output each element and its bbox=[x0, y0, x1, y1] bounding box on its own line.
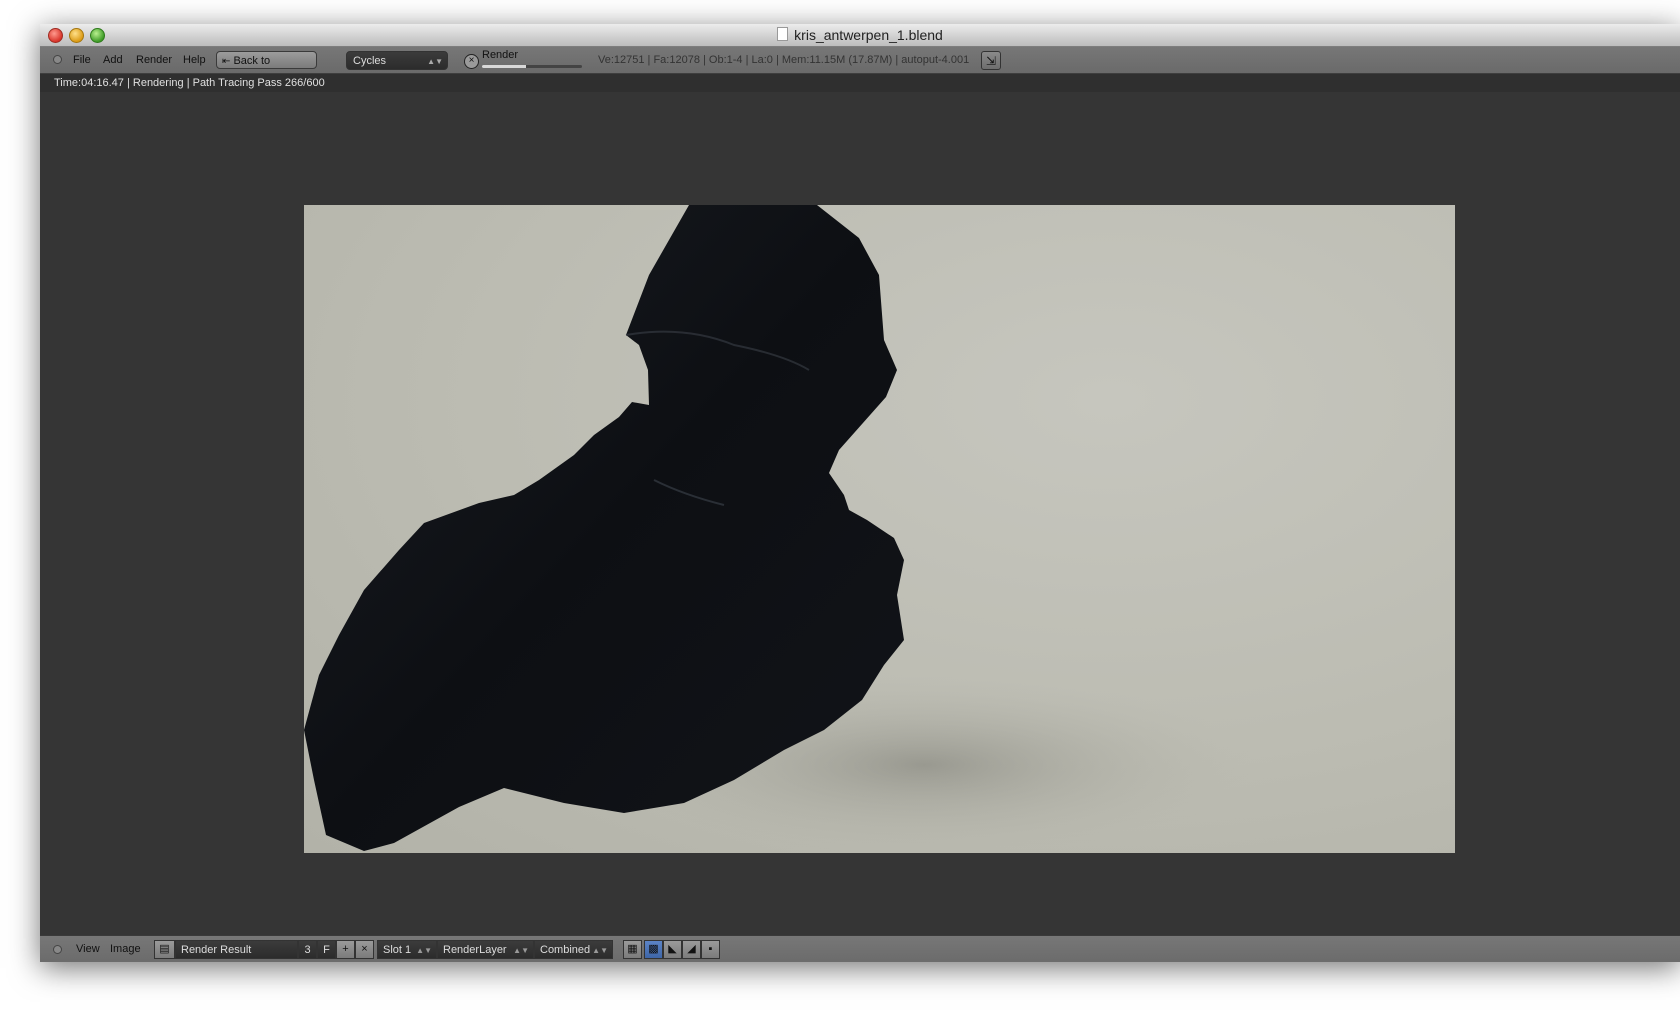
render-job-label: Render bbox=[482, 49, 519, 61]
fake-user-toggle[interactable]: F bbox=[317, 940, 336, 959]
back-to-previous-button[interactable]: ⇤ Back to Previous bbox=[216, 51, 317, 86]
z-buffer-icon[interactable]: ▪ bbox=[701, 940, 720, 959]
alpha-checker-icon[interactable]: ▦ bbox=[623, 940, 642, 959]
menu-add[interactable]: Add bbox=[103, 47, 123, 73]
color-only-icon[interactable]: ◣ bbox=[663, 940, 682, 959]
select-arrows-icon: ▲▼ bbox=[592, 946, 608, 955]
new-image-plus-icon[interactable]: + bbox=[336, 940, 355, 959]
render-job: × Render bbox=[464, 49, 594, 71]
render-layer-select[interactable]: RenderLayer ▲▼ bbox=[437, 940, 534, 959]
render-pass-select[interactable]: Combined ▲▼ bbox=[534, 940, 613, 959]
alpha-only-icon[interactable]: ◢ bbox=[682, 940, 701, 959]
render-figure bbox=[304, 205, 1254, 853]
blender-window: kris_antwerpen_1.blend File Add Render H… bbox=[40, 24, 1680, 962]
footer-collapse-icon[interactable] bbox=[53, 945, 62, 954]
image-editor-header: View Image ▤ Render Result 3 F + × Slot … bbox=[40, 935, 1680, 962]
fullscreen-icon[interactable]: ⇲ bbox=[981, 51, 1001, 70]
window-title-text: kris_antwerpen_1.blend bbox=[794, 27, 943, 43]
select-arrows-icon: ▲▼ bbox=[416, 946, 432, 955]
select-arrows-icon: ▲▼ bbox=[513, 946, 529, 955]
window-title: kris_antwerpen_1.blend bbox=[40, 27, 1680, 43]
document-icon bbox=[777, 27, 789, 41]
menu-view[interactable]: View bbox=[76, 936, 100, 962]
header-collapse-icon[interactable] bbox=[53, 55, 62, 64]
title-bar: kris_antwerpen_1.blend bbox=[40, 24, 1680, 47]
scene-stats: Ve:12751 | Fa:12078 | Ob:1-4 | La:0 | Me… bbox=[598, 54, 970, 66]
select-arrows-icon: ▲▼ bbox=[427, 57, 443, 66]
menu-render[interactable]: Render bbox=[136, 47, 172, 73]
draw-alpha-icon[interactable]: ▩ bbox=[644, 940, 663, 959]
image-editor-viewport[interactable] bbox=[40, 92, 1680, 935]
render-layer-value: RenderLayer bbox=[443, 944, 507, 956]
render-progress-fill bbox=[482, 65, 526, 68]
image-name-field[interactable]: Render Result bbox=[175, 940, 298, 959]
menu-help[interactable]: Help bbox=[183, 47, 206, 73]
back-arrow-icon: ⇤ bbox=[222, 56, 231, 67]
render-engine-value: Cycles bbox=[353, 55, 387, 67]
image-browse-icon[interactable]: ▤ bbox=[154, 940, 175, 959]
render-status-line: Time:04:16.47 | Rendering | Path Tracing… bbox=[40, 74, 1680, 92]
render-engine-select[interactable]: Cycles ▲▼ bbox=[346, 51, 448, 70]
slot-select[interactable]: Slot 1 ▲▼ bbox=[377, 940, 437, 959]
slot-value: Slot 1 bbox=[383, 944, 412, 956]
menu-image[interactable]: Image bbox=[110, 936, 141, 962]
info-header: File Add Render Help ⇤ Back to Previous … bbox=[40, 47, 1680, 86]
render-result-image bbox=[304, 205, 1455, 853]
menu-file[interactable]: File bbox=[73, 47, 91, 73]
unlink-image-x-icon[interactable]: × bbox=[355, 940, 374, 959]
render-pass-value: Combined bbox=[540, 944, 591, 956]
cancel-render-icon[interactable]: × bbox=[464, 54, 479, 69]
image-users-count: 3 bbox=[298, 940, 317, 959]
render-progress-bar bbox=[482, 65, 582, 68]
